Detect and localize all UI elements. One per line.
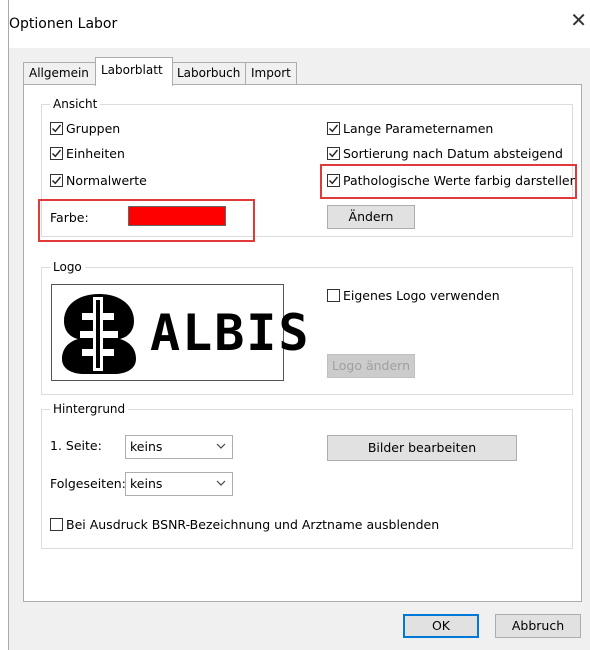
ok-button[interactable]: OK	[403, 614, 479, 638]
gruppen-checkbox[interactable]: Gruppen	[50, 121, 120, 136]
checkbox-box	[50, 122, 63, 135]
albis-emblem-icon	[58, 291, 140, 375]
checkbox-box	[50, 147, 63, 160]
checkmark-icon	[329, 124, 339, 133]
checkmark-icon	[52, 176, 62, 185]
einheiten-checkbox[interactable]: Einheiten	[50, 146, 125, 161]
eigenes-logo-label: Eigenes Logo verwenden	[343, 288, 500, 303]
logo-preview: ALBIS	[51, 284, 309, 381]
checkmark-icon	[329, 149, 339, 158]
farbe-highlight	[38, 199, 255, 242]
aendern-button[interactable]: Ändern	[327, 205, 415, 229]
pathologische-werte-highlight	[320, 164, 577, 199]
normalwerte-label: Normalwerte	[66, 173, 147, 188]
options-dialog: Optionen Labor ✕ Allgemein Laborblatt La…	[8, 0, 590, 650]
gruppen-label: Gruppen	[66, 121, 121, 136]
bilder-bearbeiten-button[interactable]: Bilder bearbeiten	[327, 435, 517, 461]
tab-laborblatt[interactable]: Laborblatt	[95, 57, 173, 86]
abbruch-button[interactable]: Abbruch	[495, 614, 581, 638]
logo-legend: Logo	[50, 259, 85, 275]
tab-panel-laborblatt: Ansicht Gruppen Einheiten Normalwerte La…	[23, 84, 582, 602]
checkbox-box	[50, 174, 63, 187]
eigenes-logo-checkbox[interactable]: Eigenes Logo verwenden	[327, 288, 500, 303]
lange-parameternamen-checkbox[interactable]: Lange Parameternamen	[327, 121, 493, 136]
seite1-value: keins	[130, 439, 163, 454]
seite1-label: 1. Seite:	[50, 438, 102, 453]
hintergrund-legend: Hintergrund	[50, 401, 129, 417]
checkbox-box	[327, 122, 340, 135]
einheiten-label: Einheiten	[66, 146, 125, 161]
checkmark-icon	[52, 124, 62, 133]
ausblenden-label: Bei Ausdruck BSNR-Bezeichnung und Arztna…	[66, 517, 440, 532]
logo-text: ALBIS	[150, 304, 311, 362]
checkbox-box	[327, 147, 340, 160]
title-bar: Optionen Labor ✕	[9, 0, 590, 48]
checkbox-box	[327, 289, 340, 302]
checkbox-box	[50, 518, 63, 531]
logo-group: Logo ALBIS Eigenes Logo verwenden Logo ä…	[41, 259, 573, 395]
ansicht-legend: Ansicht	[50, 96, 101, 112]
folgeseiten-select[interactable]: keins	[125, 472, 233, 496]
tab-laborbuch[interactable]: Laborbuch	[171, 62, 247, 85]
chevron-down-icon	[216, 480, 226, 486]
seite1-select[interactable]: keins	[125, 435, 233, 459]
logo-aendern-button[interactable]: Logo ändern	[327, 354, 415, 378]
lange-parameternamen-label: Lange Parameternamen	[343, 121, 494, 136]
checkmark-icon	[52, 149, 62, 158]
sortierung-checkbox[interactable]: Sortierung nach Datum absteigend	[327, 146, 563, 161]
normalwerte-checkbox[interactable]: Normalwerte	[50, 173, 147, 188]
folgeseiten-value: keins	[130, 476, 163, 491]
tab-allgemein[interactable]: Allgemein	[23, 62, 97, 85]
close-icon[interactable]: ✕	[570, 10, 587, 30]
folgeseiten-label: Folgeseiten:	[50, 476, 126, 491]
window-title: Optionen Labor	[9, 16, 118, 32]
sortierung-label: Sortierung nach Datum absteigend	[343, 146, 563, 161]
ausblenden-checkbox[interactable]: Bei Ausdruck BSNR-Bezeichnung und Arztna…	[50, 517, 439, 532]
chevron-down-icon	[216, 443, 226, 449]
tab-import[interactable]: Import	[245, 62, 297, 85]
hintergrund-group: Hintergrund 1. Seite: keins Folgeseiten:…	[41, 401, 573, 549]
